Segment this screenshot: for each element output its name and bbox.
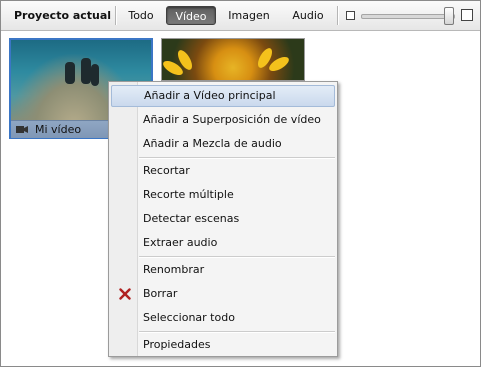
menu-separator	[139, 331, 335, 333]
tab-all[interactable]: Todo	[122, 6, 160, 25]
tab-image[interactable]: Imagen	[225, 6, 273, 25]
menu-separator	[139, 157, 335, 159]
toolbar-divider	[337, 6, 338, 25]
clip-image[interactable]	[161, 38, 305, 81]
menu-item-trim[interactable]: Recortar	[111, 160, 335, 182]
delete-x-icon	[119, 288, 131, 300]
menu-item-rename[interactable]: Renombrar	[111, 259, 335, 281]
menu-item-delete[interactable]: Borrar	[111, 283, 335, 305]
context-menu: Añadir a Vídeo principal Añadir a Superp…	[108, 81, 338, 357]
menu-separator	[139, 256, 335, 258]
menu-item-detect-scenes[interactable]: Detectar escenas	[111, 208, 335, 230]
panel-title: Proyecto actual	[14, 9, 112, 22]
menu-item-multi-trim[interactable]: Recorte múltiple	[111, 184, 335, 206]
menu-item-properties[interactable]: Propiedades	[111, 334, 335, 356]
project-panel: Proyecto actual Todo Vídeo Imagen Audio …	[0, 0, 481, 367]
zoom-out-icon[interactable]	[346, 11, 355, 20]
tab-video[interactable]: Vídeo	[166, 6, 216, 25]
menu-item-select-all[interactable]: Seleccionar todo	[111, 307, 335, 329]
clip-label: Mi vídeo	[35, 123, 82, 136]
menu-item-add-video-overlay[interactable]: Añadir a Superposición de vídeo	[111, 109, 335, 131]
menu-item-delete-label: Borrar	[143, 287, 178, 300]
diver-shape	[65, 62, 75, 84]
menu-item-extract-audio[interactable]: Extraer audio	[111, 232, 335, 254]
diver-shape	[81, 58, 91, 84]
toolbar-divider	[115, 6, 116, 25]
tab-audio[interactable]: Audio	[287, 6, 329, 25]
zoom-slider[interactable]	[361, 14, 455, 19]
toolbar: Proyecto actual Todo Vídeo Imagen Audio	[1, 1, 480, 31]
zoom-slider-thumb[interactable]	[444, 7, 455, 25]
zoom-in-icon[interactable]	[461, 9, 473, 21]
diver-shape	[91, 64, 99, 86]
menu-item-add-main-video[interactable]: Añadir a Vídeo principal	[111, 85, 335, 107]
video-camera-icon	[16, 126, 28, 133]
menu-item-add-audio-mix[interactable]: Añadir a Mezcla de audio	[111, 133, 335, 155]
